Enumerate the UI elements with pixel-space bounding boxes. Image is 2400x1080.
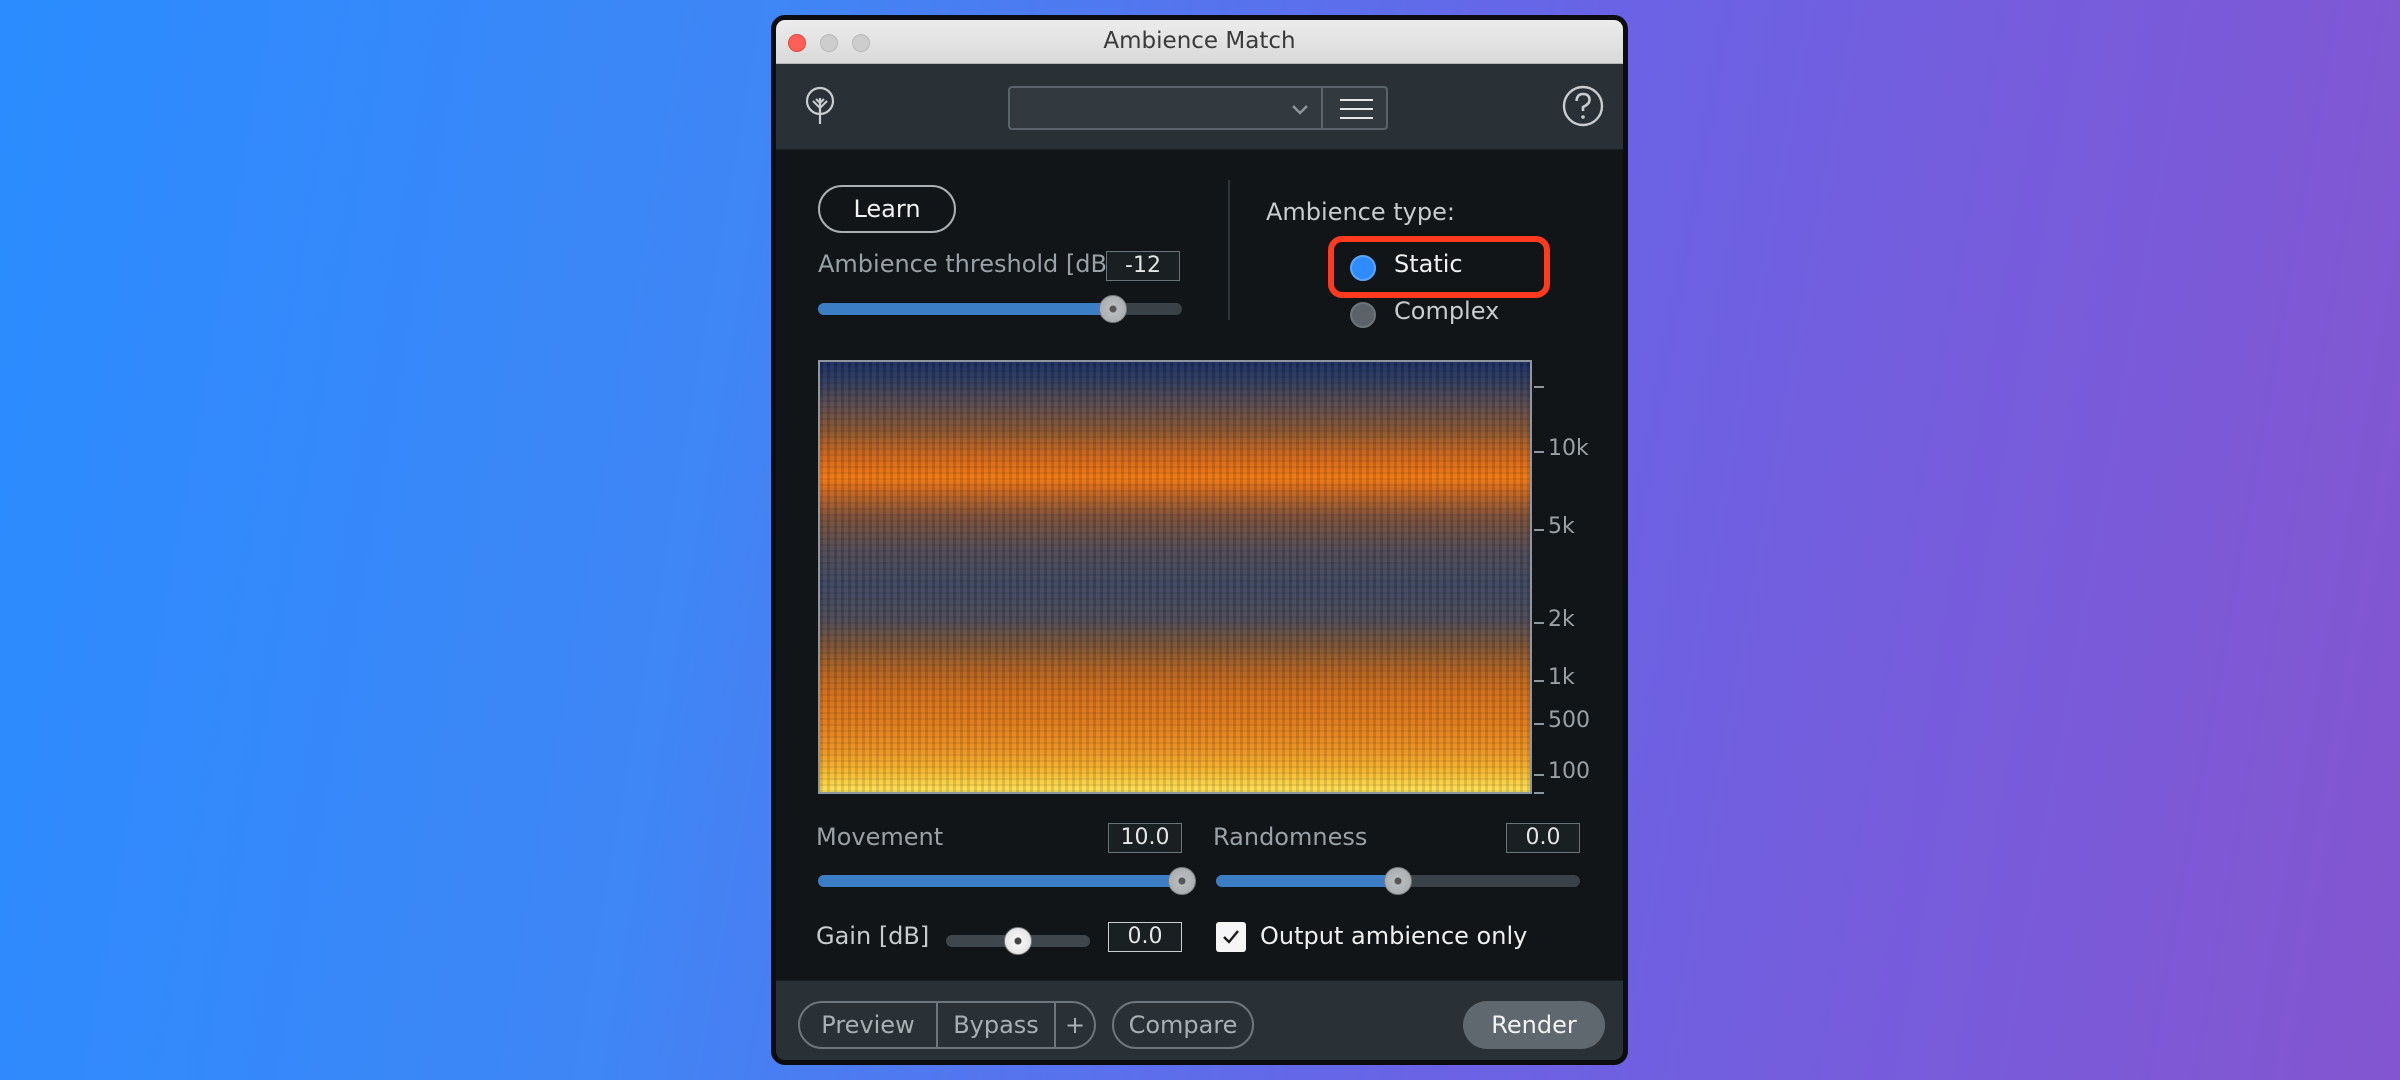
freq-label-2k: 2k xyxy=(1548,607,1575,632)
complex-radio-label[interactable]: Complex xyxy=(1394,297,1499,325)
movement-slider-fill xyxy=(818,875,1182,887)
preview-button[interactable]: Preview xyxy=(798,1001,938,1049)
gain-label: Gain [dB] xyxy=(816,922,930,950)
threshold-slider-fill xyxy=(818,303,1113,315)
question-icon xyxy=(1562,85,1604,127)
freq-tick xyxy=(1534,723,1544,725)
preset-menu-button[interactable] xyxy=(1321,86,1388,130)
title-bar: Ambience Match xyxy=(776,20,1623,64)
bypass-button[interactable]: Bypass xyxy=(938,1001,1056,1049)
help-button[interactable] xyxy=(1561,84,1605,128)
randomness-slider-thumb[interactable] xyxy=(1384,867,1412,895)
chevron-down-icon xyxy=(1292,105,1308,115)
ozone-logo-button[interactable] xyxy=(798,84,842,128)
render-button[interactable]: Render xyxy=(1463,1001,1605,1049)
section-divider xyxy=(1228,180,1230,320)
freq-tick xyxy=(1534,386,1544,388)
freq-label-1k: 1k xyxy=(1548,665,1575,690)
plugin-window: Ambience Match Learn Ambience threshold … xyxy=(771,15,1628,1065)
randomness-value-field[interactable]: 0.0 xyxy=(1506,823,1580,853)
freq-tick xyxy=(1534,529,1544,531)
freq-tick xyxy=(1534,680,1544,682)
freq-label-100: 100 xyxy=(1548,759,1590,784)
gain-slider-thumb[interactable] xyxy=(1004,927,1032,955)
window-title: Ambience Match xyxy=(1103,28,1296,54)
complex-radio[interactable] xyxy=(1350,302,1376,328)
freq-tick xyxy=(1534,622,1544,624)
add-button[interactable]: + xyxy=(1056,1001,1096,1049)
threshold-slider[interactable] xyxy=(818,295,1182,323)
movement-value-field[interactable]: 10.0 xyxy=(1108,823,1182,853)
randomness-slider-fill xyxy=(1216,875,1398,887)
preset-dropdown[interactable] xyxy=(1008,86,1323,130)
toolbar xyxy=(776,64,1623,150)
freq-label-500: 500 xyxy=(1548,708,1590,733)
static-radio[interactable] xyxy=(1350,255,1376,281)
freq-label-5k: 5k xyxy=(1548,514,1575,539)
gain-slider[interactable] xyxy=(946,927,1090,955)
learn-button[interactable]: Learn xyxy=(818,185,956,233)
checkmark-icon xyxy=(1223,930,1239,944)
ozone-logo-icon xyxy=(805,86,835,124)
footer-bar: Preview Bypass + Compare Render xyxy=(776,980,1623,1060)
static-radio-label[interactable]: Static xyxy=(1394,250,1463,278)
output-ambience-label[interactable]: Output ambience only xyxy=(1260,922,1527,950)
ambience-type-label: Ambience type: xyxy=(1266,198,1455,226)
freq-tick xyxy=(1534,792,1544,794)
module-panel: Learn Ambience threshold [dB] -12 Ambien… xyxy=(776,150,1623,980)
movement-slider[interactable] xyxy=(818,867,1196,895)
threshold-slider-thumb[interactable] xyxy=(1098,295,1127,323)
output-ambience-checkbox[interactable] xyxy=(1216,922,1246,952)
randomness-label: Randomness xyxy=(1213,823,1368,851)
movement-label: Movement xyxy=(816,823,944,851)
spectrogram-display[interactable] xyxy=(818,360,1532,794)
freq-tick xyxy=(1534,774,1544,776)
threshold-label: Ambience threshold [dB] xyxy=(818,250,1117,278)
freq-tick xyxy=(1534,451,1544,453)
movement-slider-thumb[interactable] xyxy=(1168,867,1196,895)
compare-button[interactable]: Compare xyxy=(1112,1001,1254,1049)
freq-label-10k: 10k xyxy=(1548,436,1589,461)
randomness-slider[interactable] xyxy=(1216,867,1580,895)
threshold-value-field[interactable]: -12 xyxy=(1106,251,1180,281)
gain-value-field[interactable]: 0.0 xyxy=(1108,922,1182,952)
